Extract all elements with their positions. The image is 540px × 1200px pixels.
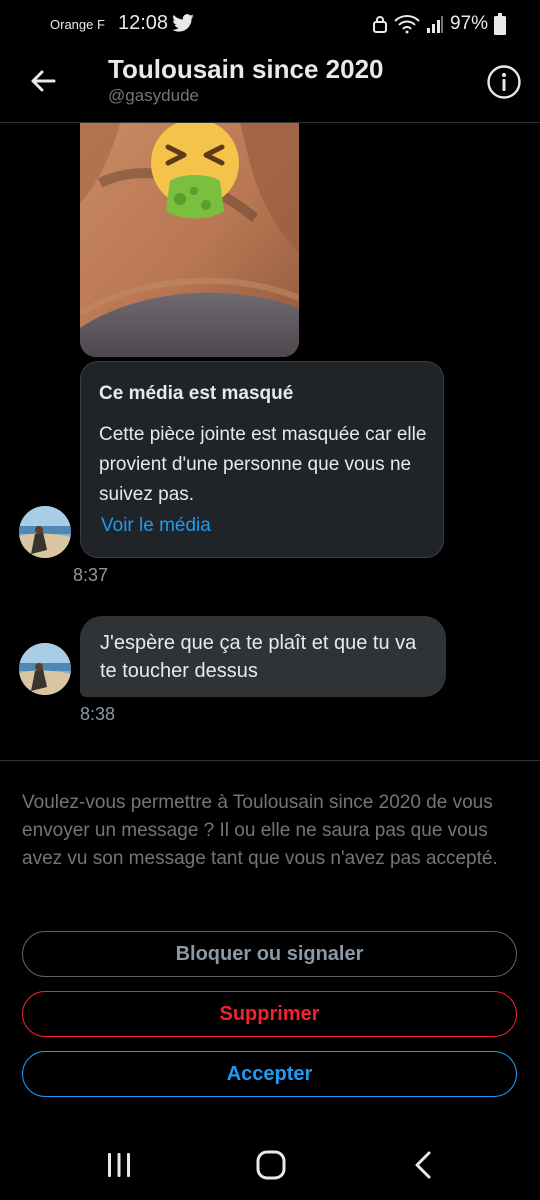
alarm-lock-icon	[372, 16, 387, 33]
back-nav-icon[interactable]	[410, 1150, 436, 1180]
shared-media-image[interactable]	[80, 123, 299, 357]
delete-button[interactable]: Supprimer	[22, 991, 517, 1037]
avatar[interactable]	[19, 506, 71, 558]
section-divider	[0, 760, 540, 761]
avatar-image	[19, 643, 71, 695]
block-or-report-button[interactable]: Bloquer ou signaler	[22, 931, 517, 977]
battery-percent: 97%	[449, 13, 488, 34]
carrier-label: Orange F	[50, 17, 105, 32]
message-bubble[interactable]: J'espère que ça te plaît et que tu va te…	[80, 616, 446, 697]
conversation-header: Toulousain since 2020 @gasydude	[0, 48, 540, 123]
status-icons: 97%	[372, 12, 506, 36]
battery-icon	[494, 13, 506, 35]
status-bar: Orange F 12:08 97%	[0, 0, 540, 48]
message-timestamp: 8:38	[80, 704, 116, 724]
conversation-handle[interactable]: @gasydude	[108, 86, 199, 106]
message-timestamp: 8:37	[73, 565, 109, 585]
recent-apps-icon[interactable]	[104, 1152, 134, 1178]
masked-media-description: Cette pièce jointe est masquée car elle …	[99, 424, 427, 505]
message-request-text: Voulez-vous permettre à Toulousain since…	[22, 792, 498, 869]
view-media-link[interactable]: Voir le média	[101, 515, 211, 537]
home-icon[interactable]	[256, 1150, 286, 1180]
avatar-image	[19, 506, 71, 558]
masked-media-title: Ce média est masqué	[99, 383, 294, 404]
twitter-bird-icon	[172, 14, 194, 32]
accept-button[interactable]: Accepter	[22, 1051, 517, 1097]
arrow-left-icon[interactable]	[26, 64, 60, 98]
info-icon[interactable]	[486, 64, 522, 100]
masked-media-card: Ce média est masqué Cette pièce jointe e…	[80, 361, 444, 558]
system-nav-bar	[0, 1128, 540, 1200]
status-clock: 12:08	[118, 12, 169, 34]
wifi-icon	[394, 15, 420, 34]
signal-icon	[426, 16, 443, 33]
vomiting-face-emoji	[151, 123, 239, 219]
avatar[interactable]	[19, 643, 71, 695]
conversation-title[interactable]: Toulousain since 2020	[108, 54, 384, 85]
